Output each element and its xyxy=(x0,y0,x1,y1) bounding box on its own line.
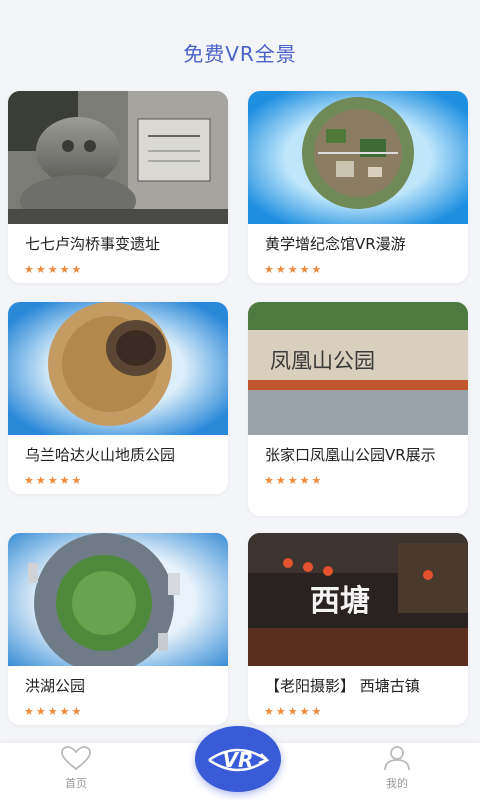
card-thumbnail: 西塘 xyxy=(248,533,468,666)
card-title: 黄学增纪念馆VR漫游 xyxy=(265,235,406,253)
thumbnail-text: 凤凰山公园 xyxy=(270,349,375,373)
tab-me-label: 我的 xyxy=(386,777,408,790)
star-icon: ★ xyxy=(311,705,322,718)
star-icon: ★ xyxy=(59,263,70,276)
star-icon: ★ xyxy=(35,474,46,487)
star-icon: ★ xyxy=(35,263,46,276)
tab-home-label: 首页 xyxy=(65,777,87,790)
vr-icon: VR xyxy=(208,748,270,772)
star-icon: ★ xyxy=(24,705,34,718)
card-title: 【老阳摄影】 西塘古镇 xyxy=(265,677,420,695)
star-icon: ★ xyxy=(311,263,322,276)
card-title: 七七卢沟桥事变遗址 xyxy=(25,235,161,253)
card-title: 张家口凤凰山公园VR展示 xyxy=(265,446,436,464)
star-icon: ★ xyxy=(264,263,274,276)
card-title: 乌兰哈达火山地质公园 xyxy=(25,446,176,464)
thumbnail-text: 西塘 xyxy=(310,584,370,619)
vr-card[interactable]: 七七卢沟桥事变遗址 ★ ★ ★ ★ ★ xyxy=(8,91,228,283)
vr-card[interactable]: 黄学增纪念馆VR漫游 ★ ★ ★ ★ ★ xyxy=(248,91,468,283)
rating-stars: ★ ★ ★ ★ ★ xyxy=(8,466,228,487)
vr-card-grid: 七七卢沟桥事变遗址 ★★★★★ 黄学增纪念馆VR漫游 ★★★★★ xyxy=(0,0,480,800)
star-icon: ★ xyxy=(59,474,70,487)
star-icon: ★ xyxy=(287,263,298,276)
star-icon: ★ xyxy=(47,705,58,718)
card-thumbnail xyxy=(248,91,468,224)
vr-center-button[interactable]: VR xyxy=(195,726,281,792)
tab-me[interactable]: 我的 xyxy=(367,745,427,791)
rating-stars: ★ ★ ★ ★ ★ xyxy=(8,255,228,276)
vr-card[interactable]: 乌兰哈达火山地质公园 ★ ★ ★ ★ ★ xyxy=(8,302,228,494)
card-thumbnail: 凤凰山公园 xyxy=(248,302,468,435)
card-thumbnail xyxy=(8,302,228,435)
star-icon: ★ xyxy=(287,474,298,487)
vr-card[interactable]: 西塘 【老阳摄影】 西塘古镇 ★ ★ ★ ★ ★ xyxy=(248,533,468,725)
card-thumbnail xyxy=(8,91,228,224)
star-icon: ★ xyxy=(264,474,274,487)
star-icon: ★ xyxy=(287,705,298,718)
person-icon xyxy=(384,746,410,771)
star-icon: ★ xyxy=(311,474,322,487)
star-icon: ★ xyxy=(24,263,34,276)
star-icon: ★ xyxy=(24,474,34,487)
heart-icon xyxy=(61,746,91,771)
star-icon: ★ xyxy=(71,474,82,487)
star-icon: ★ xyxy=(264,705,274,718)
star-icon: ★ xyxy=(275,474,286,487)
star-icon: ★ xyxy=(59,705,70,718)
card-title: 洪湖公园 xyxy=(25,677,86,695)
svg-text:VR: VR xyxy=(223,748,254,772)
star-icon: ★ xyxy=(299,263,310,276)
star-icon: ★ xyxy=(47,263,58,276)
star-icon: ★ xyxy=(275,705,286,718)
rating-stars: ★ ★ ★ ★ ★ xyxy=(8,697,228,718)
vr-card[interactable]: 凤凰山公园 张家口凤凰山公园VR展示 ★ ★ ★ ★ ★ xyxy=(248,302,468,516)
rating-stars: ★ ★ ★ ★ ★ xyxy=(248,466,468,487)
card-thumbnail xyxy=(8,533,228,666)
star-icon: ★ xyxy=(299,474,310,487)
star-icon: ★ xyxy=(275,263,286,276)
star-icon: ★ xyxy=(71,263,82,276)
star-icon: ★ xyxy=(299,705,310,718)
rating-stars: ★ ★ ★ ★ ★ xyxy=(248,255,468,276)
star-icon: ★ xyxy=(35,705,46,718)
star-icon: ★ xyxy=(47,474,58,487)
vr-card[interactable]: 洪湖公园 ★ ★ ★ ★ ★ xyxy=(8,533,228,725)
star-icon: ★ xyxy=(71,705,82,718)
tab-home[interactable]: 首页 xyxy=(46,745,106,791)
rating-stars: ★ ★ ★ ★ ★ xyxy=(248,697,468,718)
